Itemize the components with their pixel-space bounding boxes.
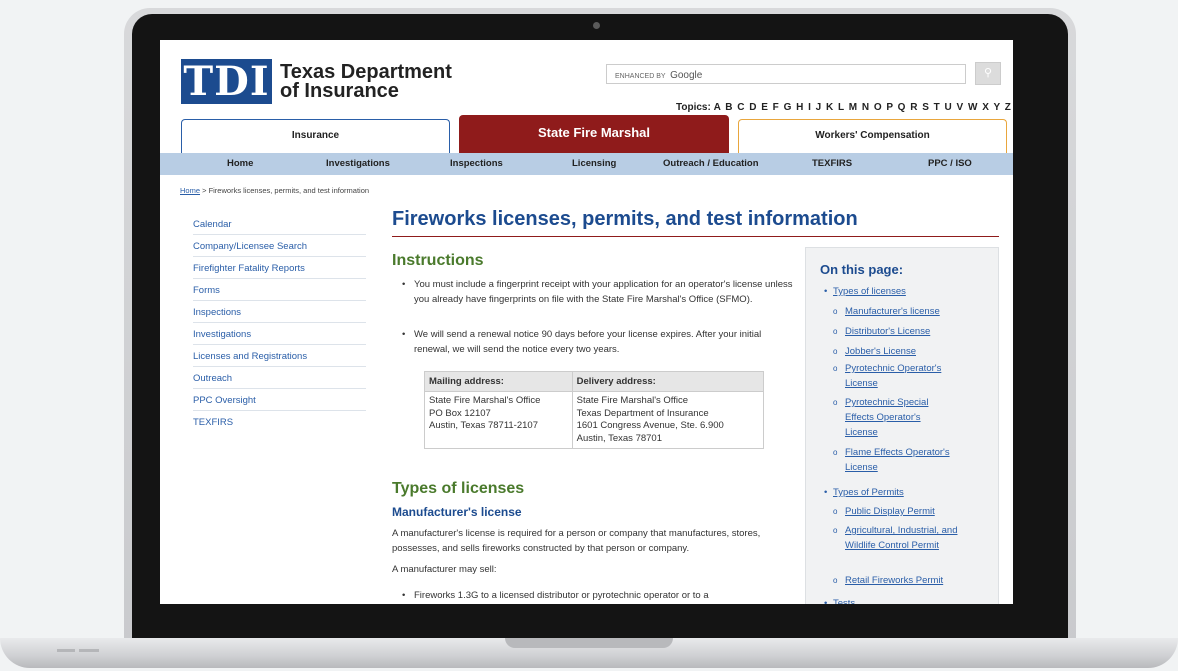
delivery-address-header: Delivery address:: [571, 371, 765, 392]
sidebar-item-calendar[interactable]: Calendar: [193, 214, 366, 235]
delivery-line: Texas Department of Insurance: [576, 407, 709, 419]
sidebar-item-fatality-reports[interactable]: Firefighter Fatality Reports: [193, 258, 366, 279]
sidebar-item-forms[interactable]: Forms: [193, 280, 366, 301]
mailing-line: PO Box 12107: [429, 407, 491, 419]
google-label: Google: [670, 70, 703, 81]
tab-state-fire-marshal[interactable]: State Fire Marshal: [459, 115, 729, 153]
breadcrumb: Home > Fireworks licenses, permits, and …: [180, 186, 369, 195]
base-decoration: [79, 649, 99, 652]
toc-link-jobber[interactable]: Jobber's License: [833, 344, 916, 359]
nav-investigations[interactable]: Investigations: [326, 153, 390, 175]
tdi-logo-text: Texas Department of Insurance: [280, 60, 452, 102]
instruction-bullet-2: We will send a renewal notice 90 days be…: [402, 327, 794, 357]
topics-index: Topics: A B C D E F G H I J K L M N O P …: [676, 102, 1013, 113]
sidebar-item-investigations[interactable]: Investigations: [193, 324, 366, 345]
mailing-address-header: Mailing address:: [424, 371, 573, 392]
nav-home[interactable]: Home: [227, 153, 253, 175]
tab-insurance[interactable]: Insurance: [181, 119, 450, 153]
title-divider: [392, 236, 999, 237]
sidebar-item-licenses[interactable]: Licenses and Registrations: [193, 346, 366, 367]
toc-link-types-of-permits[interactable]: Types of Permits: [824, 485, 904, 500]
toc-link-pyrotechnic-special-effects[interactable]: Pyrotechnic Special Effects Operator's L…: [833, 395, 955, 440]
nav-inspections[interactable]: Inspections: [450, 153, 503, 175]
address-table: Mailing address: Delivery address: State…: [424, 371, 765, 449]
topics-label: Topics:: [676, 102, 711, 113]
manufacturer-heading: Manufacturer's license: [392, 505, 522, 519]
search-button[interactable]: ⚲: [975, 62, 1001, 85]
webcam: [593, 22, 600, 29]
browser-viewport: TDI Texas Department of Insurance ENHANC…: [160, 40, 1013, 604]
toc-link-pyrotechnic-operator[interactable]: Pyrotechnic Operator's License: [833, 361, 965, 391]
logo-line-2: of Insurance: [280, 79, 399, 102]
types-heading: Types of licenses: [392, 480, 525, 497]
nav-licensing[interactable]: Licensing: [572, 153, 616, 175]
toc-link-flame-effects[interactable]: Flame Effects Operator's License: [833, 445, 970, 475]
toc-link-retail[interactable]: Retail Fireworks Permit: [833, 573, 943, 588]
sidebar-nav: Calendar Company/Licensee Search Firefig…: [193, 214, 366, 434]
toc-link-manufacturer[interactable]: Manufacturer's license: [833, 304, 940, 319]
breadcrumb-home-link[interactable]: Home: [180, 186, 200, 195]
delivery-line: State Fire Marshal's Office: [576, 395, 689, 406]
delivery-line: Austin, Texas 78701: [576, 432, 662, 444]
manufacturer-may-sell: A manufacturer may sell:: [392, 564, 497, 575]
sidebar-item-ppc-oversight[interactable]: PPC Oversight: [193, 390, 366, 411]
sidebar-item-outreach[interactable]: Outreach: [193, 368, 366, 389]
main-nav: Home Investigations Inspections Licensin…: [160, 153, 1013, 175]
instructions-heading: Instructions: [392, 252, 484, 269]
toc-heading: On this page:: [820, 262, 904, 277]
topics-letters[interactable]: A B C D E F G H I J K L M N O P Q R S T …: [714, 102, 1013, 113]
tab-workers-compensation[interactable]: Workers' Compensation: [738, 119, 1007, 153]
search-icon: ⚲: [983, 67, 993, 79]
nav-outreach-education[interactable]: Outreach / Education: [663, 153, 759, 175]
manufacturer-bullet: Fireworks 1.3G to a licensed distributor…: [402, 588, 794, 603]
toc-link-distributor[interactable]: Distributor's License: [833, 324, 930, 339]
toc-link-agricultural[interactable]: Agricultural, Industrial, and Wildlife C…: [833, 523, 965, 553]
delivery-address: State Fire Marshal's Office Texas Depart…: [571, 391, 765, 449]
toc-link-public-display[interactable]: Public Display Permit: [833, 504, 935, 519]
sidebar-item-inspections[interactable]: Inspections: [193, 302, 366, 323]
base-decoration: [57, 649, 75, 652]
breadcrumb-current: > Fireworks licenses, permits, and test …: [200, 186, 370, 195]
toc-link-tests[interactable]: Tests: [824, 596, 855, 604]
on-this-page-panel: On this page: Types of licenses Manufact…: [805, 247, 999, 604]
instruction-bullet-1: You must include a fingerprint receipt w…: [402, 277, 794, 307]
search-input[interactable]: ENHANCED BY Google: [606, 64, 966, 84]
sidebar-item-company-search[interactable]: Company/Licensee Search: [193, 236, 366, 257]
logo-line-1: Texas Department: [280, 60, 452, 83]
mailing-line: State Fire Marshal's Office: [429, 395, 541, 406]
tdi-logo[interactable]: TDI Texas Department of Insurance: [181, 59, 452, 104]
manufacturer-description: A manufacturer's license is required for…: [392, 528, 761, 554]
delivery-line: 1601 Congress Avenue, Ste. 6.900: [576, 420, 724, 431]
sidebar-item-texfirs[interactable]: TEXFIRS: [193, 412, 366, 433]
mailing-address: State Fire Marshal's Office PO Box 12107…: [424, 391, 573, 449]
page-title: Fireworks licenses, permits, and test in…: [392, 208, 858, 230]
search-brand-label: ENHANCED BY: [615, 73, 666, 80]
laptop-hinge-notch: [505, 638, 673, 648]
mailing-line: Austin, Texas 78711-2107: [429, 420, 538, 431]
tdi-logo-mark: TDI: [181, 59, 272, 104]
nav-texfirs[interactable]: TEXFIRS: [812, 153, 852, 175]
nav-ppc-iso[interactable]: PPC / ISO: [928, 153, 972, 175]
toc-link-types-of-licenses[interactable]: Types of licenses: [824, 284, 906, 299]
